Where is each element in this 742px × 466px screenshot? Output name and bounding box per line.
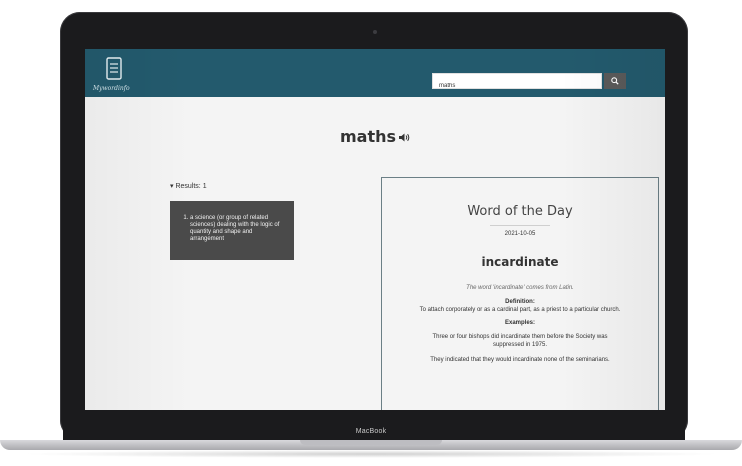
wotd-definition: To attach corporately or as a cardinal p… xyxy=(419,307,621,313)
search-button[interactable] xyxy=(604,73,626,89)
wotd-origin: The word 'incardinate' comes from Latin. xyxy=(466,285,574,291)
example-sentence: Three or four bishops did incardinate th… xyxy=(432,334,608,348)
word-heading: maths xyxy=(339,127,397,146)
examples-label: Examples: xyxy=(504,320,535,326)
search-box[interactable] xyxy=(432,73,605,93)
divider xyxy=(490,225,550,226)
site-header: Mywordinfo xyxy=(85,49,665,97)
definition-label: Definition: xyxy=(505,299,535,305)
page-title: maths xyxy=(85,127,665,146)
example-sentence: They indicated that they would incardina… xyxy=(430,357,610,363)
book-icon[interactable] xyxy=(105,57,123,81)
wotd-date: 2021-10-05 xyxy=(504,231,536,237)
search-icon xyxy=(611,77,619,85)
wotd-word[interactable]: incardinate xyxy=(382,255,658,269)
logo-text[interactable]: Mywordinfo xyxy=(93,85,130,92)
camera xyxy=(373,30,377,34)
results-count: Results: 1 xyxy=(175,183,207,190)
results-toggle[interactable]: ▾ Results: 1 xyxy=(170,182,207,190)
definition-item: a science (or group of related sciences)… xyxy=(190,215,286,243)
laptop-shadow xyxy=(20,450,722,458)
laptop-notch xyxy=(300,440,442,445)
word-of-the-day-card: Word of the Day 2021-10-05 incardinate T… xyxy=(381,177,659,410)
search-input[interactable] xyxy=(433,79,605,93)
wotd-heading: Word of the Day xyxy=(467,204,573,219)
speaker-icon[interactable] xyxy=(399,133,410,142)
device-brand: MacBook xyxy=(355,428,387,435)
screen: Mywordinfo maths ▾ Results: 1 a science … xyxy=(85,49,665,410)
definitions-panel: a science (or group of related sciences)… xyxy=(170,201,294,260)
caret-down-icon: ▾ xyxy=(170,183,174,190)
